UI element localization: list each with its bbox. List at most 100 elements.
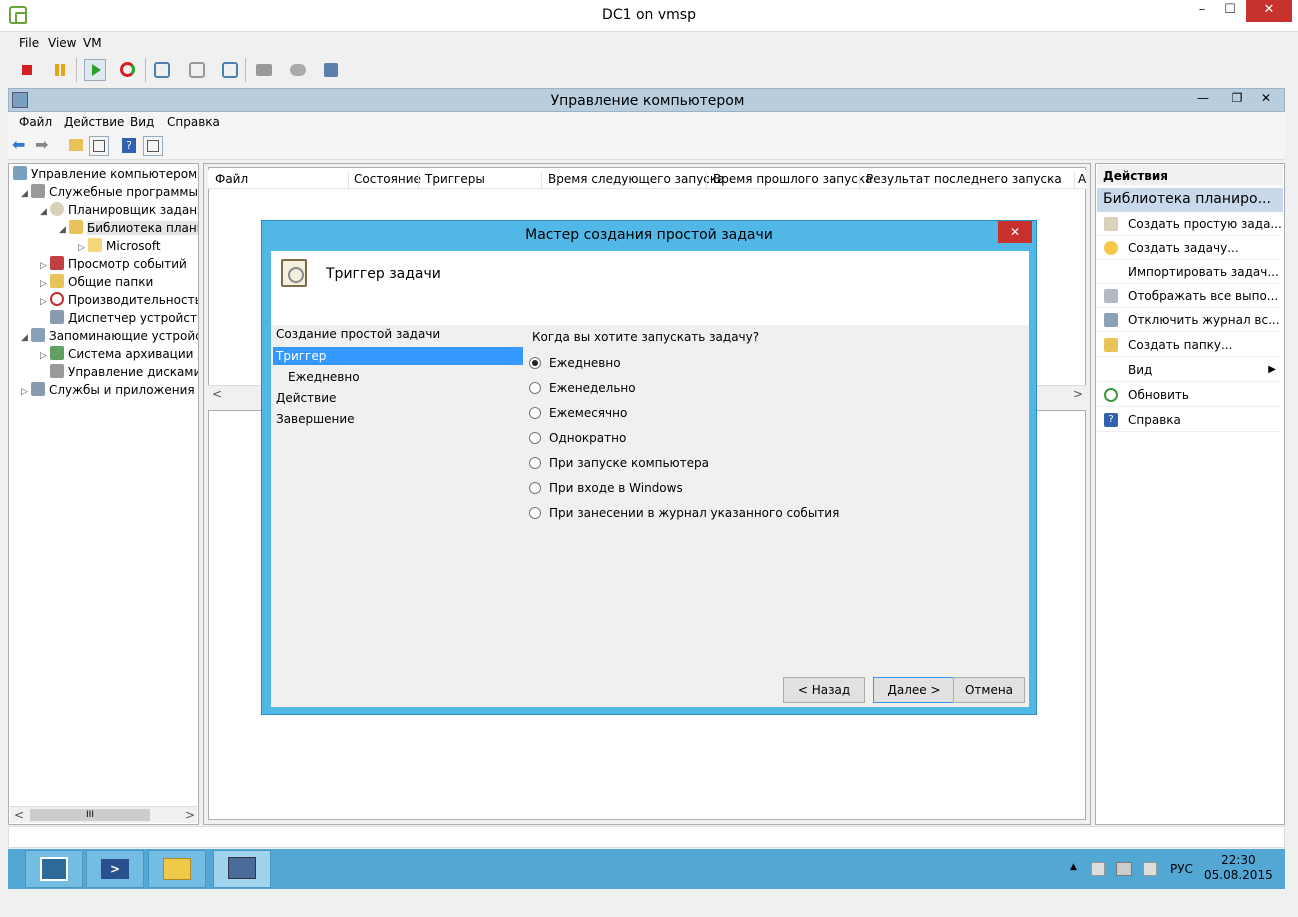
vm-toolbar	[0, 54, 1298, 86]
tree-item-microsoft[interactable]: ▷ Microsoft	[78, 237, 161, 255]
actions-section-header[interactable]: Библиотека планиро...	[1097, 188, 1283, 212]
radio-icon[interactable]	[529, 432, 541, 444]
snapshot-manager-icon[interactable]	[219, 59, 241, 81]
col-next-run[interactable]: Время следующего запуска	[548, 172, 725, 186]
expand-icon[interactable]: ▷	[40, 347, 50, 365]
forward-arrow-icon[interactable]: ➡	[35, 136, 55, 156]
action-center-icon[interactable]	[1091, 862, 1105, 876]
menu-file[interactable]: Файл	[19, 115, 52, 129]
tree-item-storage[interactable]: ◢ Запоминающие устройст	[21, 327, 198, 347]
step-create-basic-task[interactable]: Создание простой задачи	[276, 325, 440, 343]
expand-icon[interactable]: ▷	[40, 293, 50, 311]
tree-horizontal-scrollbar[interactable]: < III >	[10, 806, 197, 823]
vm-minimize-button[interactable]: –	[1188, 0, 1216, 22]
tree-item-performance[interactable]: ▷ Производительность	[40, 291, 198, 311]
file-explorer-icon[interactable]	[148, 850, 206, 888]
step-trigger[interactable]: Триггер	[273, 347, 523, 365]
tree-item-backup[interactable]: ▷ Система архивации да	[40, 345, 198, 365]
tree-item-event-viewer[interactable]: ▷ Просмотр событий	[40, 255, 187, 273]
usb-icon[interactable]	[287, 59, 309, 81]
tree-item-disk-management[interactable]: Управление дисками	[50, 363, 198, 381]
reset-icon[interactable]	[117, 59, 139, 81]
tree-item-computer-management[interactable]: Управление компьютером (л	[13, 165, 198, 183]
radio-icon[interactable]	[529, 382, 541, 394]
action-import-task[interactable]: Импортировать задач...	[1097, 260, 1280, 284]
col-triggers[interactable]: Триггеры	[425, 172, 485, 186]
tree-item-services[interactable]: ▷ Службы и приложения	[21, 381, 195, 399]
vm-close-button[interactable]: ✕	[1246, 0, 1292, 22]
up-folder-icon[interactable]	[66, 136, 86, 156]
volume-muted-icon[interactable]	[1143, 862, 1157, 876]
powershell-icon[interactable]: >	[86, 850, 144, 888]
vm-menu-file[interactable]: File	[19, 36, 39, 50]
step-action[interactable]: Действие	[276, 389, 336, 407]
action-disable-history[interactable]: Отключить журнал вс...	[1097, 308, 1280, 332]
action-display-running[interactable]: Отображать все выпо...	[1097, 284, 1280, 308]
action-help[interactable]: ? Справка	[1097, 408, 1280, 432]
vm-maximize-button[interactable]: ☐	[1216, 0, 1244, 22]
action-create-task[interactable]: Создать задачу...	[1097, 236, 1280, 260]
show-hide-action-pane-icon[interactable]	[143, 136, 163, 156]
action-refresh[interactable]: Обновить	[1097, 383, 1280, 407]
scroll-left-button[interactable]: <	[14, 808, 24, 822]
col-last-run[interactable]: Время прошлого запуска	[713, 172, 872, 186]
list-scroll-left-button[interactable]: <	[212, 387, 222, 401]
collapse-icon[interactable]: ◢	[40, 203, 50, 221]
revert-snapshot-icon[interactable]	[186, 59, 208, 81]
tree-item-device-manager[interactable]: Диспетчер устройств	[50, 309, 198, 327]
dialog-close-button[interactable]: ✕	[998, 221, 1032, 243]
help-icon[interactable]: ?	[120, 136, 140, 156]
vm-menu-view[interactable]: View	[48, 36, 76, 50]
cancel-button[interactable]: Отмена	[953, 677, 1025, 703]
col-last-result[interactable]: Результат последнего запуска	[866, 172, 1062, 186]
tree-item-system-tools[interactable]: ◢ Служебные программы	[21, 183, 198, 201]
step-finish[interactable]: Завершение	[276, 410, 355, 428]
stop-icon[interactable]	[16, 59, 38, 81]
show-hidden-icons-button[interactable]: ▲	[1070, 862, 1077, 872]
settings-icon[interactable]	[320, 59, 342, 81]
radio-icon[interactable]	[529, 507, 541, 519]
back-arrow-icon[interactable]: ⬅	[12, 136, 32, 156]
tree-item-shared-folders[interactable]: ▷ Общие папки	[40, 273, 153, 291]
action-new-folder[interactable]: Создать папку...	[1097, 333, 1280, 357]
language-indicator[interactable]: РУС	[1170, 862, 1193, 876]
clock[interactable]: 22:30 05.08.2015	[1204, 853, 1273, 883]
col-state[interactable]: Состояние	[354, 172, 421, 186]
server-manager-icon[interactable]	[25, 850, 83, 888]
radio-selected-icon[interactable]	[529, 357, 541, 369]
history-icon	[1104, 313, 1118, 327]
vm-menu-vm[interactable]: VM	[83, 36, 102, 50]
radio-icon[interactable]	[529, 482, 541, 494]
scroll-thumb[interactable]: III	[30, 809, 150, 821]
mmc-close-button[interactable]: ✕	[1247, 89, 1285, 109]
col-author[interactable]: А	[1078, 172, 1086, 186]
tree-item-scheduler-library[interactable]: ◢Библиотека планир	[59, 219, 198, 239]
col-file[interactable]: Файл	[215, 172, 248, 186]
network-icon[interactable]	[1116, 862, 1132, 876]
radio-icon[interactable]	[529, 407, 541, 419]
collapse-icon[interactable]: ◢	[21, 329, 31, 347]
computer-management-taskbar-icon[interactable]	[213, 850, 271, 888]
radio-icon[interactable]	[529, 457, 541, 469]
action-create-basic-task[interactable]: Создать простую зада...	[1097, 212, 1282, 236]
pause-icon[interactable]	[49, 59, 71, 81]
step-daily[interactable]: Ежедневно	[288, 368, 360, 386]
menu-action[interactable]: Действие	[64, 115, 124, 129]
tree-item-task-scheduler[interactable]: ◢ Планировщик заданий	[40, 201, 198, 221]
collapse-icon[interactable]: ◢	[59, 221, 69, 239]
trigger-clock-icon	[281, 259, 307, 287]
next-button[interactable]: Далее >	[873, 677, 955, 703]
scroll-right-button[interactable]: >	[185, 808, 195, 822]
collapse-icon[interactable]: ◢	[21, 185, 31, 203]
list-scroll-right-button[interactable]: >	[1073, 387, 1083, 401]
play-icon[interactable]	[84, 59, 106, 81]
mmc-minimize-button[interactable]: —	[1186, 89, 1220, 109]
expand-icon[interactable]: ▷	[21, 383, 31, 401]
menu-view[interactable]: Вид	[130, 115, 154, 129]
send-keys-icon[interactable]	[253, 59, 275, 81]
action-view[interactable]: Вид ▶	[1097, 358, 1280, 382]
show-hide-tree-icon[interactable]	[89, 136, 109, 156]
back-button[interactable]: < Назад	[783, 677, 865, 703]
menu-help[interactable]: Справка	[167, 115, 220, 129]
snapshot-icon[interactable]	[151, 59, 173, 81]
